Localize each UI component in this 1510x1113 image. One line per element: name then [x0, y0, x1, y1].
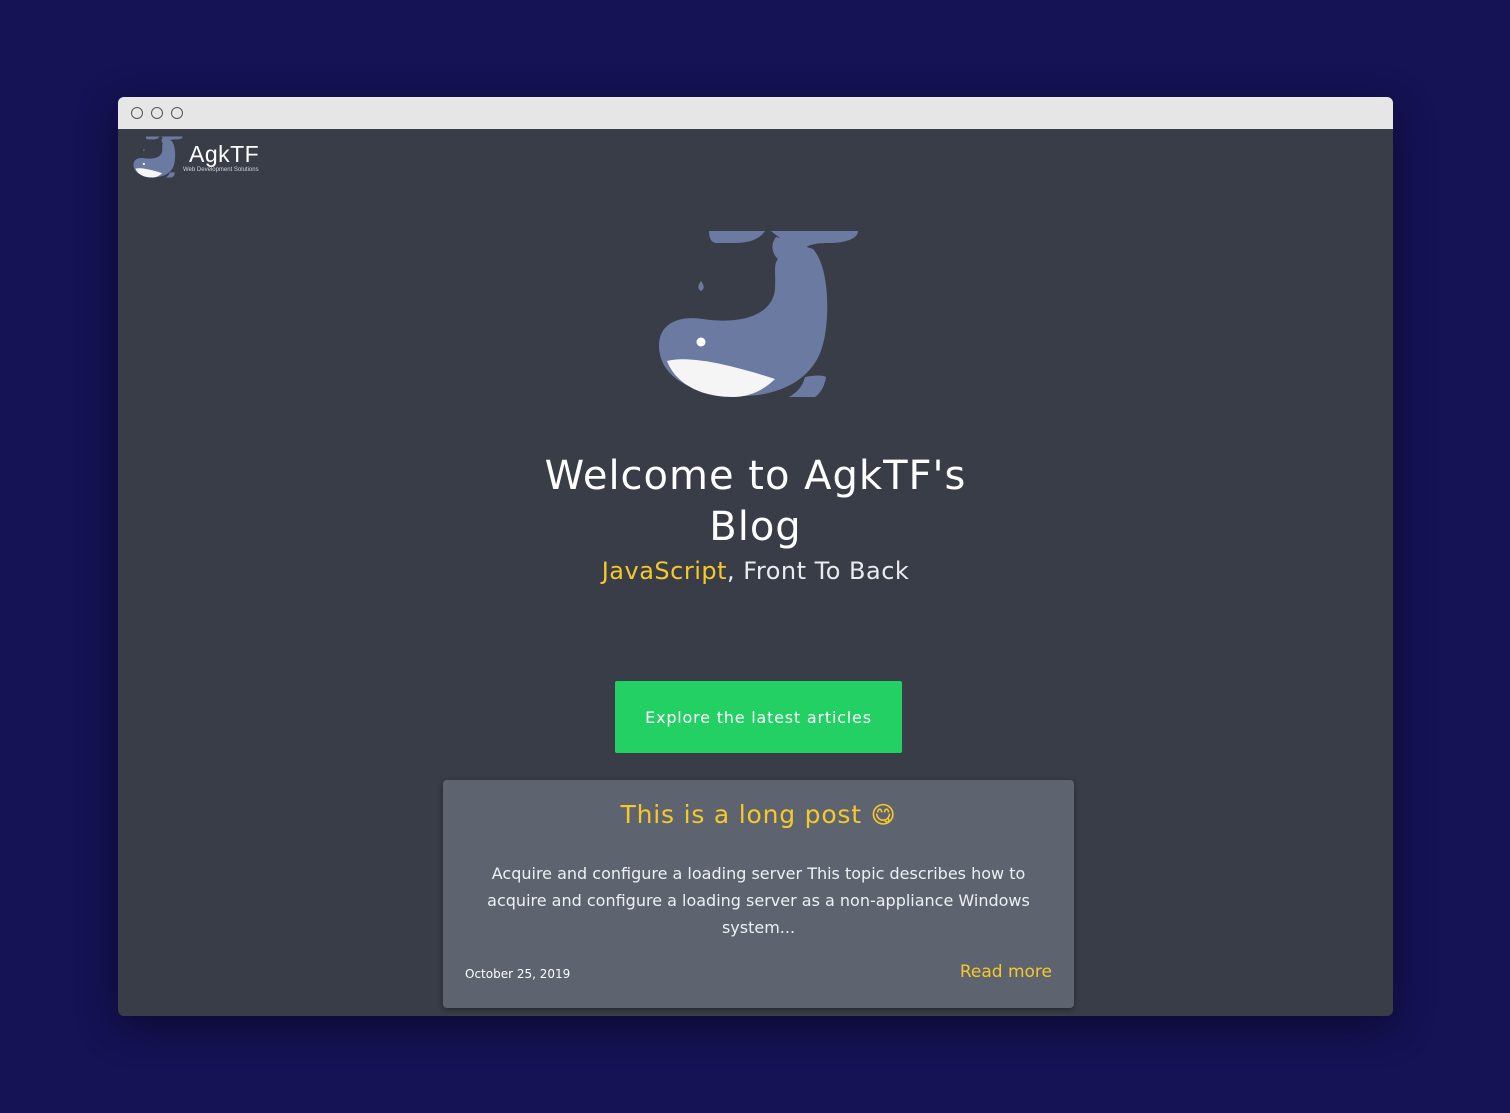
subtitle-accent: JavaScript	[601, 557, 728, 585]
post-title-text: This is a long post	[620, 800, 862, 829]
read-more-link[interactable]: Read more	[960, 962, 1052, 982]
post-title[interactable]: This is a long post 😋	[443, 800, 1074, 829]
window-minimize-button[interactable]	[151, 107, 163, 119]
browser-titlebar	[118, 97, 1393, 129]
explore-articles-button[interactable]: Explore the latest articles	[615, 681, 902, 753]
title-line-2: Blog	[709, 504, 802, 550]
whale-icon	[133, 136, 183, 178]
page-subtitle: JavaScript, Front To Back	[118, 557, 1393, 585]
post-card[interactable]: This is a long post 😋 Acquire and config…	[443, 780, 1074, 1008]
title-line-1: Welcome to AgkTF's	[544, 453, 967, 499]
emoji-icon: 😋	[870, 801, 897, 829]
browser-window: AgkTF Web Development Solutions Welcome …	[118, 97, 1393, 1016]
subtitle-rest: , Front To Back	[727, 557, 910, 585]
page-title: Welcome to AgkTF's Blog	[118, 451, 1393, 553]
whale-icon	[658, 231, 858, 397]
post-date: October 25, 2019	[465, 967, 571, 981]
logo-text: AgkTF	[189, 141, 260, 167]
window-close-button[interactable]	[131, 107, 143, 119]
post-excerpt: Acquire and configure a loading server T…	[487, 864, 1030, 937]
window-maximize-button[interactable]	[171, 107, 183, 119]
logo-subtitle: Web Development Solutions	[183, 167, 259, 173]
site-logo[interactable]: AgkTF Web Development Solutions	[132, 133, 272, 181]
